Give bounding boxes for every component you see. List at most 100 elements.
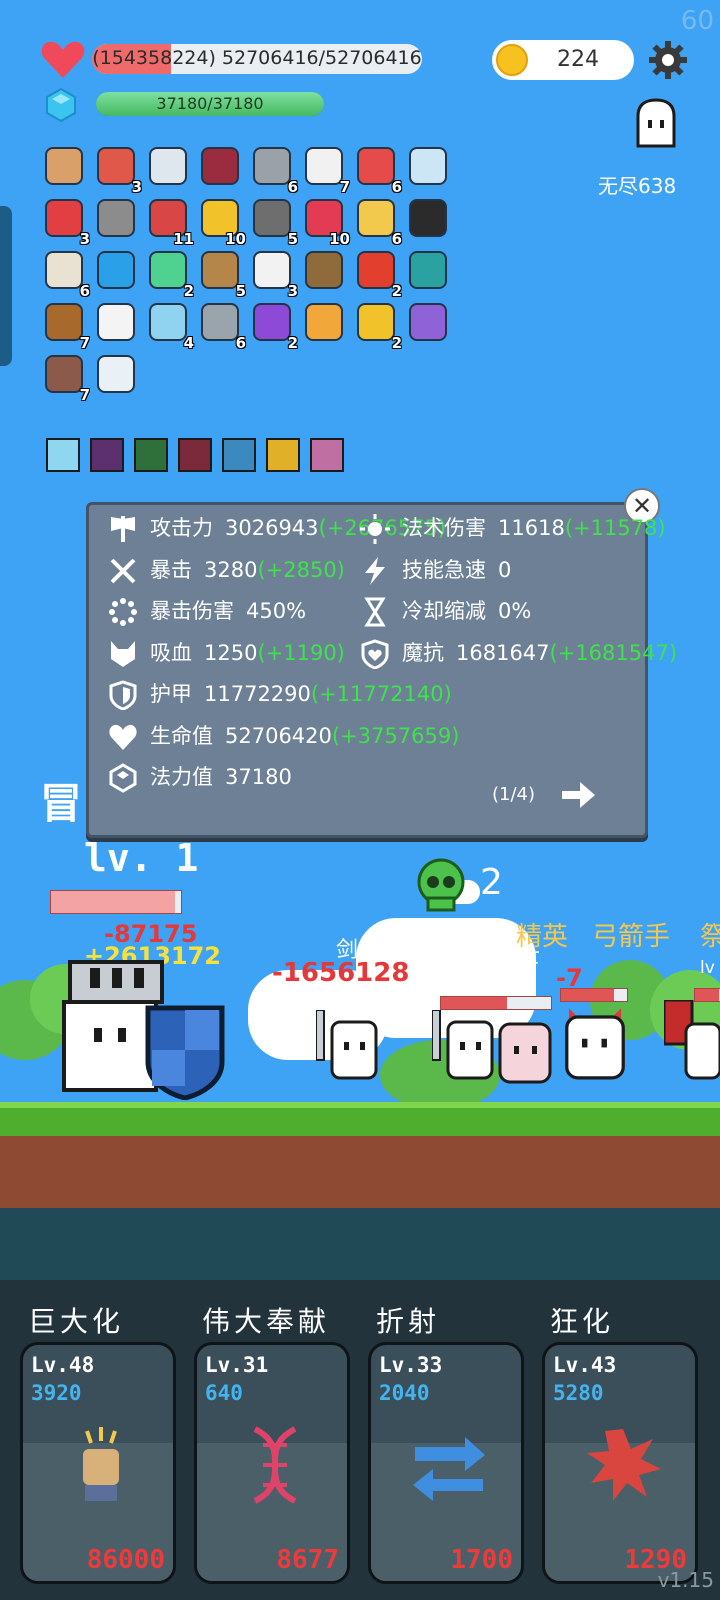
unit-levels: lv. 1 lv. 1 — [456, 970, 532, 990]
stat-label: 魔抗 — [402, 640, 444, 665]
item-slot[interactable] — [406, 300, 450, 344]
stat-bonus: (+1681547) — [549, 640, 678, 665]
enemy-priest-sprite — [664, 1000, 720, 1080]
item-slot[interactable]: 6 — [354, 196, 402, 248]
lightbulb-icon — [97, 355, 135, 393]
item-slot[interactable]: 2 — [146, 248, 194, 300]
demon-rune-icon[interactable] — [90, 438, 124, 472]
item-count: 7 — [79, 334, 90, 352]
item-count: 6 — [79, 282, 90, 300]
stat-label: 护甲 — [150, 682, 192, 706]
item-slot[interactable] — [406, 144, 450, 188]
pink-rune-icon[interactable] — [310, 438, 344, 472]
ring-icon — [357, 199, 395, 237]
stat-row: 护甲 11772290(+11772140) — [108, 678, 452, 712]
item-slot[interactable]: 3 — [42, 196, 90, 248]
item-slot[interactable]: 7 — [302, 144, 350, 196]
purple-chest-icon — [409, 303, 447, 341]
item-slot[interactable] — [406, 196, 450, 240]
item-slot[interactable] — [302, 300, 346, 344]
item-slot[interactable]: 5 — [250, 196, 298, 248]
item-slot[interactable]: 2 — [250, 300, 298, 352]
item-slot[interactable] — [42, 144, 86, 188]
unit-levels-2: lv — [700, 958, 715, 978]
item-slot[interactable]: 6 — [198, 300, 246, 352]
skill-name: 狂化 — [550, 1305, 615, 1338]
item-slot[interactable]: 5 — [198, 248, 246, 300]
item-slot[interactable] — [198, 144, 242, 188]
mana-crystal-icon — [46, 88, 76, 122]
green-ghost-icon — [149, 251, 187, 289]
item-slot[interactable] — [94, 248, 138, 292]
stat-label: 冷却缩减 — [402, 599, 486, 623]
stat-value: 52706420 — [225, 723, 332, 748]
gear-icon[interactable] — [648, 40, 688, 80]
hp-text: (154358224) 52706416/52706416 — [92, 47, 422, 69]
blood-rune-icon[interactable] — [178, 438, 212, 472]
side-drawer-tab[interactable] — [0, 206, 12, 366]
mana-text: 37180/37180 — [156, 94, 264, 113]
coconut-icon — [45, 251, 83, 289]
skill-points: 640 — [205, 1381, 243, 1405]
stat-row: 吸血 1250(+1190) — [108, 637, 345, 671]
item-slot[interactable]: 11 — [146, 196, 194, 248]
stat-label: 吸血 — [150, 640, 192, 665]
mana-gem-icon — [108, 763, 138, 793]
light-rune-icon[interactable] — [46, 438, 80, 472]
lightning-icon — [360, 556, 390, 586]
spiked-mace-icon — [253, 147, 291, 185]
stat-label: 生命值 — [150, 723, 213, 748]
heart-icon — [41, 41, 85, 78]
skill-card[interactable]: Lv.43 5280 1290 — [542, 1342, 698, 1584]
skill-card[interactable]: Lv.48 3920 86000 — [20, 1342, 176, 1584]
item-slot[interactable]: 7 — [42, 352, 90, 404]
fist-icon — [61, 1425, 141, 1505]
item-slot[interactable]: 6 — [250, 144, 298, 196]
item-count: 5 — [287, 230, 298, 248]
black-cat-icon — [409, 199, 447, 237]
item-slot[interactable]: 2 — [354, 248, 402, 300]
item-slot[interactable] — [94, 300, 138, 344]
item-slot[interactable]: 4 — [146, 300, 194, 352]
jam-jar-icon — [201, 147, 239, 185]
item-slot[interactable] — [406, 248, 450, 292]
item-slot[interactable]: 7 — [42, 300, 90, 352]
endless-ghost-icon[interactable] — [632, 98, 680, 150]
item-slot[interactable] — [94, 352, 138, 396]
stat-value: 11772290 — [204, 682, 311, 706]
mana-bar: 37180/37180 — [96, 92, 324, 116]
sprout-rune-icon[interactable] — [134, 438, 168, 472]
storm-rune-icon[interactable] — [222, 438, 256, 472]
upgrade-cost: 8677 — [276, 1545, 339, 1575]
skill-card[interactable]: Lv.33 2040 1700 — [368, 1342, 524, 1584]
next-page-arrow-icon[interactable] — [562, 780, 596, 810]
skill-card[interactable]: Lv.31 640 8677 — [194, 1342, 350, 1584]
stat-row: 暴击 3280(+2850) — [108, 554, 345, 588]
stat-row: 暴击伤害 450% — [108, 595, 306, 629]
item-slot[interactable]: 3 — [250, 248, 298, 300]
armor-shield-icon — [108, 680, 138, 711]
item-slot[interactable] — [94, 196, 138, 240]
item-slot[interactable]: 10 — [302, 196, 350, 248]
item-slot[interactable]: 6 — [354, 144, 402, 196]
damage-number: -1656128 — [272, 958, 410, 988]
hero-level: lv. 1 — [84, 836, 199, 880]
item-slot[interactable]: 2 — [354, 300, 402, 352]
skull-rune-icon[interactable] — [266, 438, 300, 472]
item-slot[interactable] — [302, 248, 346, 292]
enemy-swordsman-sprite — [316, 1010, 378, 1080]
item-count: 2 — [183, 282, 194, 300]
coin-counter[interactable]: 224 — [492, 40, 634, 80]
upgrade-cost: 1700 — [450, 1545, 513, 1575]
item-slot[interactable]: 10 — [198, 196, 246, 248]
item-slot[interactable] — [146, 144, 190, 188]
item-count: 10 — [225, 230, 246, 248]
skill-level: Lv.48 — [31, 1353, 95, 1377]
item-slot[interactable]: 3 — [94, 144, 142, 196]
stat-bonus: (+1190) — [257, 640, 345, 665]
stat-label: 法力值 — [150, 765, 213, 789]
item-slot[interactable]: 6 — [42, 248, 90, 300]
hero-hp-bar — [50, 890, 182, 914]
spellbook-icon — [305, 303, 343, 341]
item-count: 7 — [79, 386, 90, 404]
